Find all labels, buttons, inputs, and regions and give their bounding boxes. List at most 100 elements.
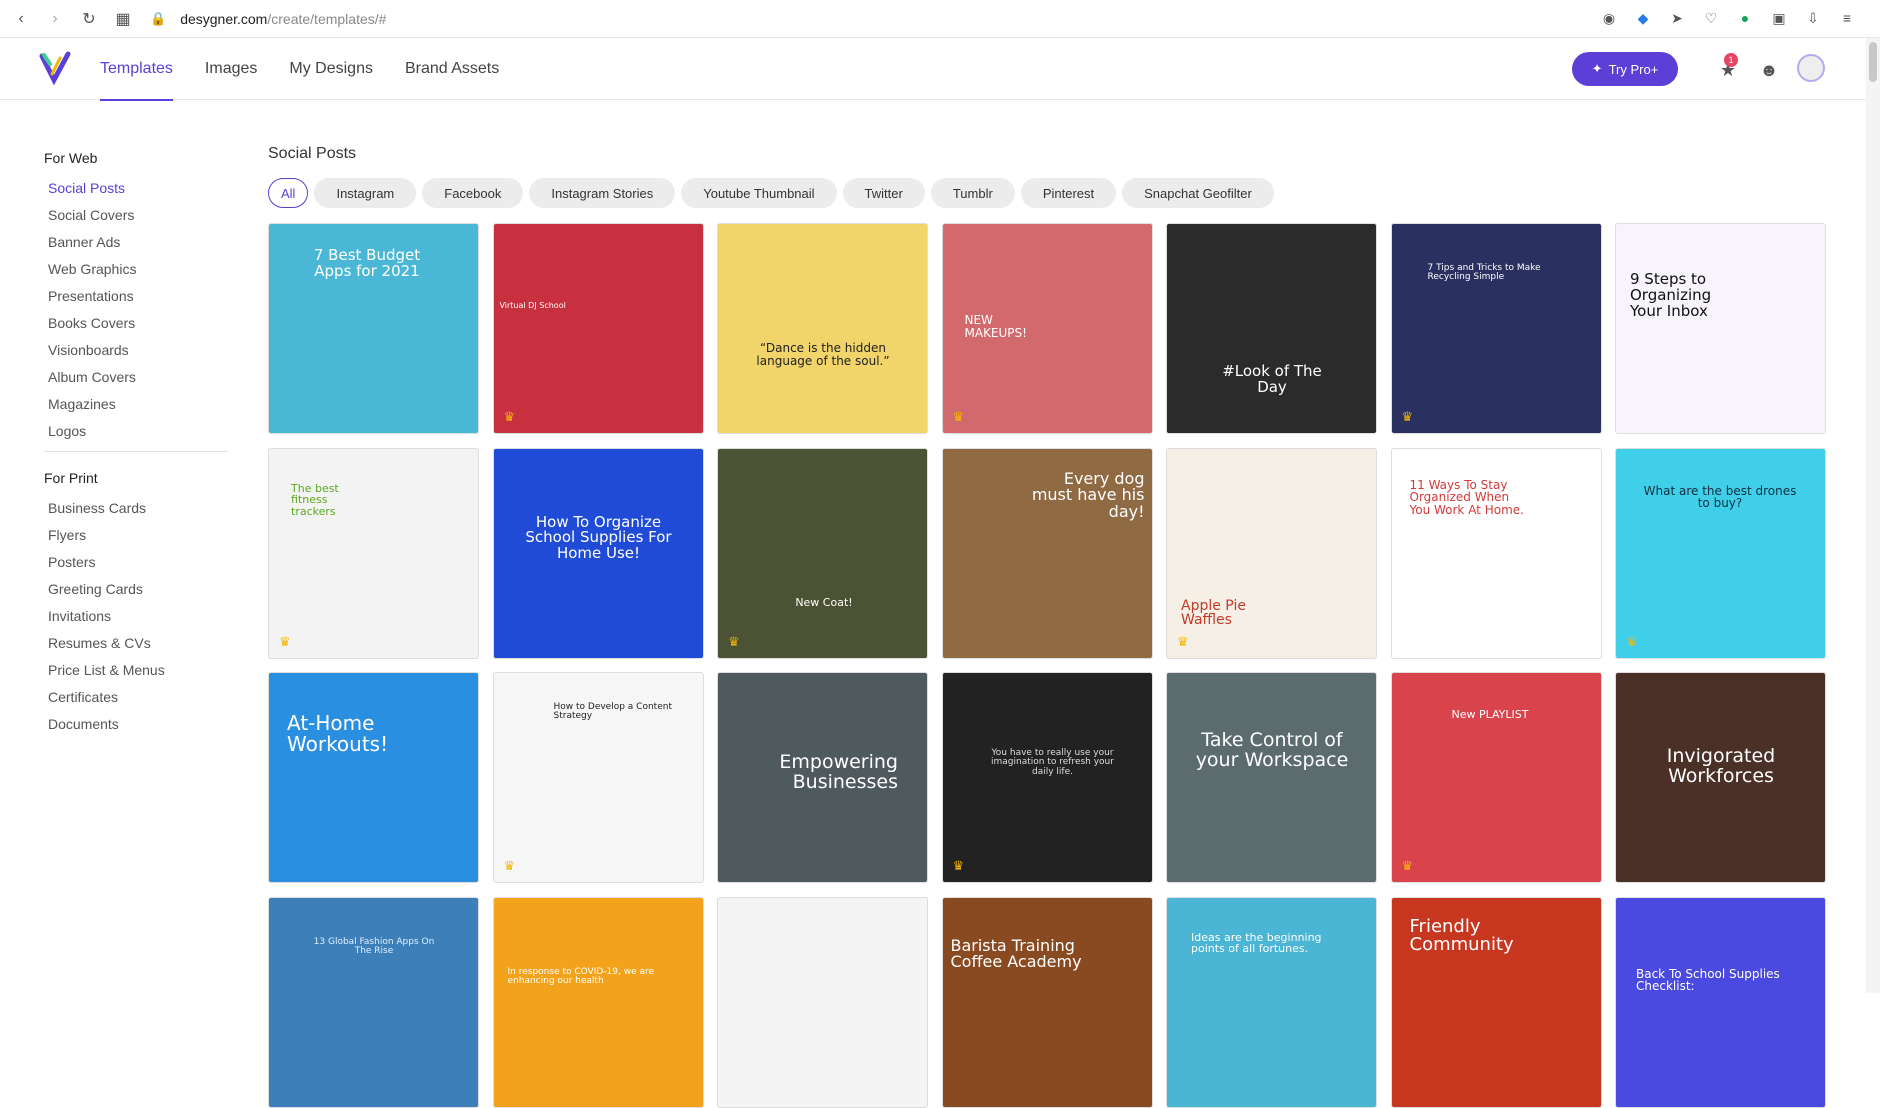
desygner-logo-icon[interactable] — [38, 50, 74, 86]
box-icon[interactable]: ▣ — [1768, 6, 1790, 30]
avatar[interactable] — [1797, 54, 1825, 82]
template-card[interactable]: How to Develop a Content Strategy ♛ — [492, 672, 704, 883]
template-card[interactable]: In response to COVID-19, we are enhancin… — [492, 896, 704, 1108]
crown-icon: ♛ — [1401, 409, 1414, 424]
team-icon[interactable]: ☻ — [1755, 56, 1783, 84]
filter-chip-snapchat-geofilter[interactable]: Snapchat Geofilter — [1122, 178, 1274, 208]
template-card-title: The best fitness trackers — [291, 481, 339, 518]
sidebar-item-logos[interactable]: Logos — [44, 420, 228, 447]
template-card[interactable]: Back To School Supplies Checklist: — [1615, 896, 1826, 1108]
filter-chip-instagram-stories[interactable]: Instagram Stories — [529, 178, 676, 208]
lock-icon: 🔒 — [150, 10, 167, 26]
url-host: desygner.com — [180, 10, 268, 27]
sidebar-item-price-list-menus[interactable]: Price List & Menus — [44, 659, 228, 686]
filter-chip-instagram[interactable]: Instagram — [314, 178, 417, 208]
reload-icon[interactable]: ↻ — [76, 6, 102, 32]
template-card[interactable] — [717, 896, 928, 1108]
sidebar-item-flyers[interactable]: Flyers — [44, 524, 228, 551]
nav-my-designs[interactable]: My Designs — [289, 38, 373, 100]
filter-chip-all[interactable]: All — [268, 178, 309, 208]
download-icon[interactable]: ⇩ — [1802, 6, 1824, 30]
sidebar-item-invitations[interactable]: Invitations — [44, 605, 228, 632]
template-card[interactable]: At-Home Workouts! — [268, 672, 479, 883]
scrollbar-thumb[interactable] — [1869, 42, 1877, 82]
sidebar-item-business-cards[interactable]: Business Cards — [44, 497, 228, 524]
filter-chip-pinterest[interactable]: Pinterest — [1020, 178, 1117, 208]
template-card[interactable]: 7 Tips and Tricks to Make Recycling Simp… — [1390, 223, 1602, 434]
filter-chip-twitter[interactable]: Twitter — [842, 178, 925, 208]
crown-icon: ♛ — [503, 858, 516, 873]
sidebar-item-web-graphics[interactable]: Web Graphics — [44, 258, 228, 285]
sidebar-item-presentations[interactable]: Presentations — [44, 285, 228, 312]
template-card-title: Friendly Community — [1409, 915, 1514, 956]
template-card-title: #Look of The Day — [1222, 362, 1322, 396]
template-card-title: How to Develop a Content Strategy — [553, 702, 672, 722]
shield-icon[interactable]: ◆ — [1632, 6, 1654, 30]
template-card[interactable]: 11 Ways To Stay Organized When You Work … — [1390, 447, 1602, 659]
try-pro-button[interactable]: ✦ Try Pro+ — [1572, 52, 1678, 86]
template-card-title: New PLAYLIST — [1451, 708, 1529, 721]
rocket-icon: ✦ — [1591, 61, 1603, 76]
template-card[interactable]: Barista Training Coffee Academy — [941, 896, 1153, 1108]
template-card[interactable]: You have to really use your imagination … — [941, 672, 1153, 883]
sidebar-item-banner-ads[interactable]: Banner Ads — [44, 231, 228, 258]
template-card[interactable]: Take Control of your Workspace — [1166, 672, 1377, 883]
sidebar-item-social-covers[interactable]: Social Covers — [44, 204, 228, 231]
template-card[interactable]: 9 Steps to Organizing Your Inbox — [1615, 223, 1826, 434]
template-card-title: 9 Steps to Organizing Your Inbox — [1630, 270, 1712, 320]
back-icon[interactable]: ‹ — [8, 6, 34, 32]
page-scrollbar[interactable] — [1866, 38, 1880, 993]
sidebar-item-visionboards[interactable]: Visionboards — [44, 339, 228, 366]
template-card[interactable]: How To Organize School Supplies For Home… — [492, 447, 704, 659]
sidebar-heading-print: For Print — [44, 470, 98, 486]
main-nav: Templates Images My Designs Brand Assets — [100, 38, 531, 101]
sidebar-item-greeting-cards[interactable]: Greeting Cards — [44, 578, 228, 605]
camera-icon[interactable]: ◉ — [1598, 6, 1620, 30]
template-card[interactable]: Invigorated Workforces — [1615, 672, 1826, 883]
address-bar[interactable]: 🔒 desygner.com /create/templates/# — [150, 11, 386, 27]
forward-icon[interactable]: › — [42, 6, 68, 32]
sidebar-item-books-covers[interactable]: Books Covers — [44, 312, 228, 339]
heart-icon[interactable]: ♡ — [1700, 6, 1722, 30]
sidebar-item-resumes-cvs[interactable]: Resumes & CVs — [44, 632, 228, 659]
nav-images[interactable]: Images — [205, 38, 257, 100]
filter-chips: All Instagram Facebook Instagram Stories You… — [268, 178, 1274, 208]
extension-icon[interactable]: ● — [1734, 6, 1756, 30]
nav-templates[interactable]: Templates — [100, 38, 173, 101]
sidebar-heading-web: For Web — [44, 150, 98, 166]
template-card[interactable]: New PLAYLIST ♛ — [1390, 672, 1602, 883]
template-card[interactable]: NEW MAKEUPS! ♛ — [941, 223, 1153, 434]
template-card-title: Barista Training Coffee Academy — [950, 935, 1082, 972]
template-card[interactable]: The best fitness trackers ♛ — [268, 447, 479, 659]
template-card-title: 7 Tips and Tricks to Make Recycling Simp… — [1427, 263, 1541, 283]
template-card-title: Ideas are the beginning points of all fo… — [1191, 930, 1322, 956]
template-card[interactable]: Every dog must have his day! — [941, 447, 1153, 659]
crown-icon: ♛ — [728, 633, 740, 649]
template-grid: 7 Best Budget Apps for 2021 Virtual DJ Sc… — [268, 223, 1826, 1108]
template-card[interactable]: Empowering Businesses — [717, 672, 928, 883]
sidebar-item-certificates[interactable]: Certificates — [44, 686, 228, 713]
template-card[interactable]: 13 Global Fashion Apps On The Rise — [268, 896, 479, 1108]
nav-brand-assets[interactable]: Brand Assets — [405, 38, 499, 100]
filter-chip-youtube-thumbnail[interactable]: Youtube Thumbnail — [681, 178, 837, 208]
sidebar-item-magazines[interactable]: Magazines — [44, 393, 228, 420]
template-card[interactable]: Apple Pie Waffles ♛ — [1166, 447, 1377, 659]
filter-chip-facebook[interactable]: Facebook — [422, 178, 524, 208]
template-card[interactable]: Virtual DJ School ♛ — [492, 223, 704, 434]
template-card[interactable]: Ideas are the beginning points of all fo… — [1166, 896, 1377, 1108]
sidebar-item-album-covers[interactable]: Album Covers — [44, 366, 228, 393]
send-icon[interactable]: ➤ — [1666, 6, 1688, 30]
menu-icon[interactable]: ≡ — [1836, 6, 1858, 30]
sidebar-item-documents[interactable]: Documents — [44, 713, 228, 740]
crown-icon: ♛ — [503, 409, 516, 424]
template-card[interactable]: New Coat! ♛ — [717, 447, 928, 659]
sidebar-item-social-posts[interactable]: Social Posts — [44, 177, 228, 204]
template-card[interactable]: 7 Best Budget Apps for 2021 — [268, 223, 479, 434]
tab-grid-icon[interactable]: ▦ — [110, 6, 136, 32]
template-card[interactable]: #Look of The Day — [1166, 223, 1377, 434]
template-card[interactable]: What are the best drones to buy? ♛ — [1615, 447, 1826, 659]
template-card[interactable]: “Dance is the hidden language of the sou… — [717, 223, 928, 434]
filter-chip-tumblr[interactable]: Tumblr — [930, 178, 1015, 208]
template-card[interactable]: Friendly Community — [1390, 896, 1602, 1108]
sidebar-item-posters[interactable]: Posters — [44, 551, 228, 578]
